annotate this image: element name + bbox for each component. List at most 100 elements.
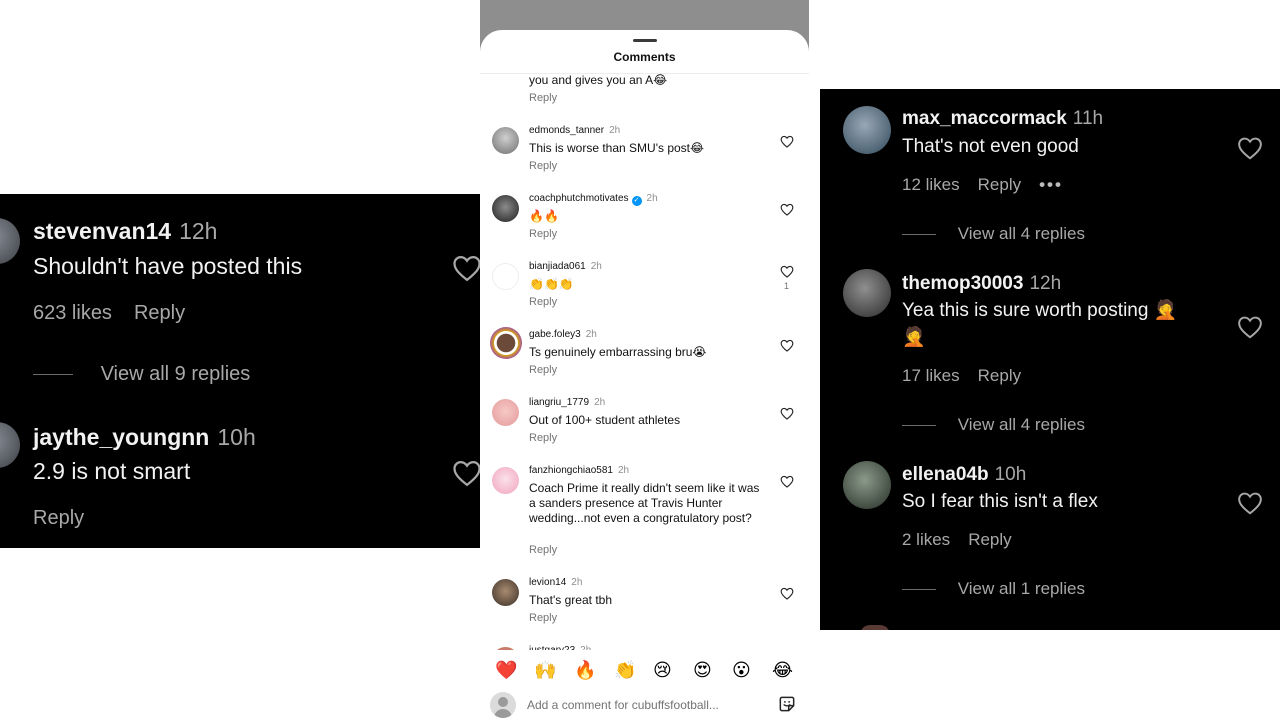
comment-time: 2h [580,645,591,650]
heart-icon[interactable] [780,475,794,488]
phone-comments-screen: Comments you and gives you an A😂 Reply e… [480,0,809,720]
reply-button[interactable]: Reply [529,228,557,240]
username[interactable]: gabe.foley3 [529,329,581,340]
reply-button[interactable]: Reply [978,175,1021,194]
username[interactable]: justgary23 [529,645,575,650]
emoji-crying[interactable]: 😢 [653,660,672,680]
reply-button[interactable]: Reply [529,92,557,104]
view-replies-label: View all 4 replies [957,224,1085,243]
view-replies-button[interactable]: View all 4 replies [902,224,1085,244]
view-replies-button[interactable]: View all 9 replies [33,363,251,386]
comment-time: 2h [585,329,597,340]
comment-item: coachphutchmotivates ✓ 2h 🔥🔥 Reply [480,192,809,252]
reply-button[interactable]: Reply [529,544,557,556]
username[interactable]: max_maccormack [902,108,1067,129]
avatar[interactable] [492,579,519,606]
username[interactable]: jaythe_youngnn [33,424,209,450]
heart-icon[interactable] [780,135,794,148]
sticker-icon[interactable] [777,694,797,714]
comment-header: max_maccormack 11h [902,108,1103,130]
username[interactable]: edmonds_tanner [529,125,604,136]
username[interactable]: fanzhiongchiao581 [529,465,613,476]
reply-button[interactable]: Reply [529,612,557,624]
avatar[interactable] [492,263,519,290]
emoji-heart-eyes[interactable]: 😍 [693,660,712,680]
avatar[interactable] [0,422,20,468]
reply-button[interactable]: Reply [529,296,557,308]
comment-time: 2h [590,261,602,272]
avatar[interactable] [0,218,20,264]
username[interactable]: liangriu_1779 [529,397,589,408]
comment-time: 2h [571,577,583,588]
reply-button[interactable]: Reply [968,530,1011,549]
avatar[interactable] [492,399,519,426]
reply-button[interactable]: Reply [134,302,185,324]
emoji-fire[interactable]: 🔥 [574,660,596,680]
comment-header: coachphutchmotivates ✓ 2h [529,193,658,206]
comment-text: 🔥🔥 [529,209,559,223]
username[interactable]: coachphutchmotivates [529,193,629,204]
comment-header: justgary23 2h [529,645,591,650]
like-count[interactable]: 623 likes [33,302,112,324]
emoji-laughing[interactable]: 😂 [772,660,793,680]
heart-icon[interactable] [1237,315,1263,339]
comments-list[interactable]: you and gives you an A😂 Reply edmonds_ta… [480,74,809,650]
avatar[interactable] [492,195,519,222]
reply-button[interactable]: Reply [529,160,557,172]
reply-button[interactable]: Reply [978,366,1021,385]
avatar[interactable] [843,461,891,509]
comment-input[interactable] [527,696,757,714]
view-replies-button[interactable]: View all 1 replies [902,579,1085,599]
like-count[interactable]: 2 likes [902,530,950,549]
heart-icon[interactable] [1237,491,1263,515]
comment-item: fanzhiongchiao581 2h Coach Prime it reall… [480,464,809,568]
emoji-raised-hands[interactable]: 🙌 [534,660,556,680]
like-count[interactable]: 12 likes [902,175,960,194]
comment-header: levion14 2h [529,577,582,588]
drag-handle[interactable] [633,39,657,42]
username[interactable]: ellena04b [902,464,989,485]
comment-time: 12h [179,218,218,244]
like-count[interactable]: 17 likes [902,366,960,385]
heart-icon[interactable] [780,587,794,600]
avatar[interactable] [843,106,891,154]
comment-text: That's great tbh [529,593,613,607]
username[interactable]: stevenvan14 [33,218,171,244]
comment-header: ellena04b 10h [902,464,1026,486]
heart-icon[interactable] [452,459,480,487]
username[interactable]: bianjiada061 [529,261,586,272]
username[interactable]: levion14 [529,577,566,588]
right-comment-3: ellena04b 10h So I fear this isn't a flex… [820,449,1280,630]
view-replies-button[interactable]: View all 4 replies [902,415,1085,435]
comment-text: you and gives you an A😂 [529,74,668,87]
left-comment-2: jaythe_youngnn 10h 2.9 is not smart Reply [0,414,480,548]
cut-off-avatar [860,625,890,630]
heart-icon[interactable] [780,339,794,352]
emoji-heart[interactable]: ❤️ [495,660,517,680]
comment-time: 11h [1072,108,1104,129]
reply-button[interactable]: Reply [33,507,84,529]
emoji-clap[interactable]: 👏 [614,660,636,680]
avatar[interactable] [843,269,891,317]
comment-text: So I fear this isn't a flex [902,491,1098,512]
reply-button[interactable]: Reply [529,432,557,444]
heart-icon[interactable] [780,203,794,216]
comment-header: fanzhiongchiao581 2h [529,465,629,476]
heart-icon[interactable] [780,407,794,420]
more-options-icon[interactable]: ••• [1039,175,1063,194]
heart-icon[interactable] [452,254,480,282]
comment-item: edmonds_tanner 2h This is worse than SMU'… [480,124,809,184]
avatar[interactable] [490,327,522,359]
avatar[interactable] [492,647,519,650]
comment-time: 12h [1029,273,1062,294]
heart-icon[interactable] [1237,136,1263,160]
comments-sheet: Comments you and gives you an A😂 Reply e… [480,30,809,720]
comment-item-partial: you and gives you an A😂 Reply [480,74,809,110]
avatar[interactable] [492,467,519,494]
username[interactable]: themop30003 [902,273,1023,294]
heart-icon[interactable] [780,265,794,278]
reply-button[interactable]: Reply [529,364,557,376]
emoji-surprised[interactable]: 😮 [732,660,751,680]
comment-meta: 2 likes Reply [902,530,1012,550]
avatar[interactable] [492,127,519,154]
